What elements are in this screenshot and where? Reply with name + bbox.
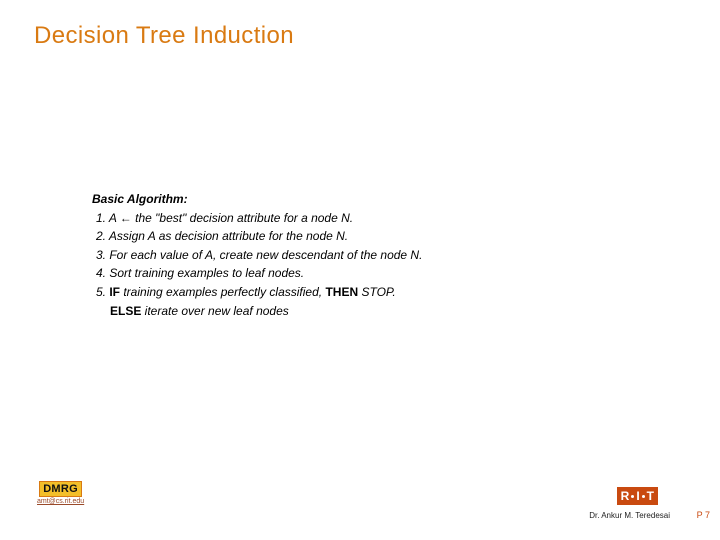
- rit-logo-box: R I T: [617, 487, 658, 505]
- step5-end: STOP.: [358, 285, 396, 299]
- author-name: Dr. Ankur M. Teredesai: [589, 511, 670, 520]
- slide-title: Decision Tree Induction: [34, 22, 294, 50]
- dot-separator-icon: [642, 495, 645, 498]
- rit-letter-r: R: [621, 489, 630, 503]
- if-keyword: IF: [109, 285, 120, 299]
- rit-logo: R I T: [617, 487, 658, 505]
- algorithm-step-3: 3. For each value of A, create new desce…: [96, 246, 652, 265]
- dmrg-email-link[interactable]: amt@cs.rit.edu: [37, 498, 84, 505]
- step5-prefix: 5.: [96, 285, 109, 299]
- left-arrow-icon: ←: [120, 211, 132, 225]
- algorithm-step-5-else: ELSE iterate over new leaf nodes: [110, 302, 652, 321]
- else-keyword: ELSE: [110, 304, 141, 318]
- rit-letter-i: I: [636, 489, 639, 503]
- algorithm-heading: Basic Algorithm:: [92, 190, 652, 209]
- algorithm-step-5: 5. IF training examples perfectly classi…: [96, 283, 652, 302]
- rit-letter-t: T: [647, 489, 654, 503]
- dot-separator-icon: [631, 495, 634, 498]
- algorithm-step-2: 2. Assign A as decision attribute for th…: [96, 227, 652, 246]
- step1-suffix: the "best" decision attribute for a node…: [132, 211, 353, 225]
- dmrg-badge: DMRG amt@cs.rit.edu: [37, 481, 84, 505]
- step5-else-rest: iterate over new leaf nodes: [141, 304, 288, 318]
- step1-prefix: 1. A: [96, 211, 120, 225]
- slide: Decision Tree Induction Basic Algorithm:…: [0, 0, 720, 540]
- algorithm-step-4: 4. Sort training examples to leaf nodes.: [96, 264, 652, 283]
- step5-mid: training examples perfectly classified,: [120, 285, 325, 299]
- algorithm-step-1: 1. A ← the "best" decision attribute for…: [96, 209, 652, 228]
- then-keyword: THEN: [325, 285, 358, 299]
- algorithm-block: Basic Algorithm: 1. A ← the "best" decis…: [92, 190, 652, 320]
- page-number: P 7: [697, 510, 710, 520]
- dmrg-logo: DMRG: [39, 481, 82, 497]
